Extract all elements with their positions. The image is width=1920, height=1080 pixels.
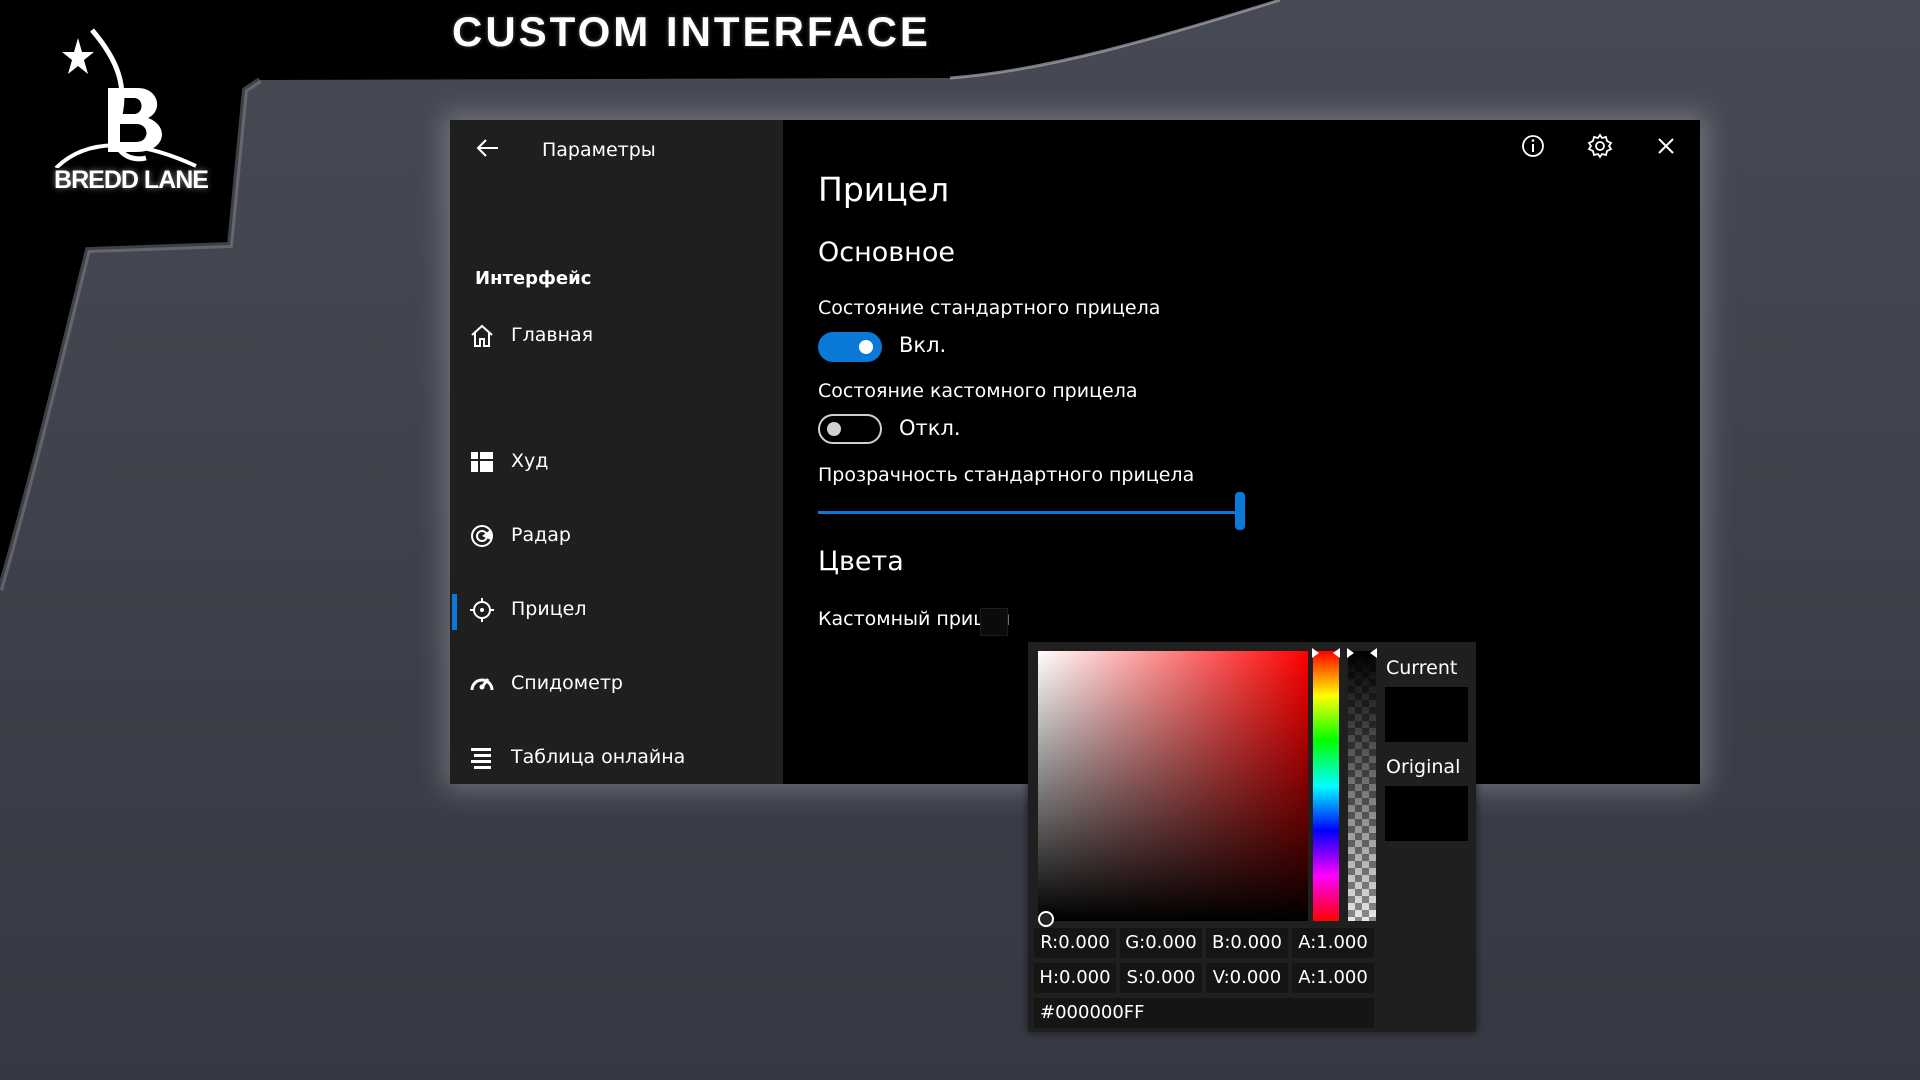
custom-crosshair-state: Откл. (899, 416, 961, 440)
section-heading-colors: Цвета (818, 546, 904, 577)
sidebar-item-label: Главная (511, 324, 594, 346)
custom-crosshair-color-swatch[interactable] (980, 608, 1008, 636)
sidebar-section-header: Интерфейс (475, 268, 592, 289)
logo-text: BREDD LANE (54, 166, 209, 194)
sidebar-item-crosshair[interactable]: Прицел (450, 582, 783, 638)
brand-logo: BREDD LANE (46, 28, 216, 208)
current-color-label: Current (1386, 657, 1458, 679)
banner-title: CUSTOM INTERFACE (452, 8, 931, 55)
toggle-knob (859, 340, 873, 354)
toggle-knob (827, 422, 841, 436)
active-indicator (452, 594, 457, 630)
sidebar-item-label: Худ (511, 450, 549, 472)
saturation-value-area[interactable] (1038, 651, 1308, 927)
alpha-marker-left (1347, 648, 1354, 658)
back-button[interactable] (472, 132, 504, 164)
hex-input[interactable]: #000000FF (1034, 998, 1374, 1028)
opacity-slider[interactable] (818, 511, 1236, 514)
current-color-swatch (1385, 687, 1468, 742)
alpha-slider[interactable] (1347, 648, 1377, 921)
blue-field[interactable]: B:0.000 (1206, 928, 1288, 958)
custom-crosshair-toggle[interactable] (818, 414, 882, 444)
alpha-field[interactable]: A:1.000 (1292, 928, 1374, 958)
opacity-label: Прозрачность стандартного прицела (818, 464, 1195, 486)
section-heading-main: Основное (818, 237, 955, 268)
custom-crosshair-label: Состояние кастомного прицела (818, 380, 1138, 402)
original-color-swatch[interactable] (1385, 786, 1468, 841)
sidebar-item-label: Спидометр (511, 672, 623, 694)
radar-icon (471, 525, 493, 547)
home-icon (471, 324, 493, 347)
red-field[interactable]: R:0.000 (1034, 928, 1116, 958)
sidebar-item-online-table[interactable]: Таблица онлайна (450, 730, 783, 786)
hue-marker-right (1333, 648, 1340, 658)
saturation-value-handle[interactable] (1038, 911, 1054, 927)
color-picker: Current Original R:0.000 G:0.000 B:0.000… (1028, 642, 1476, 1032)
logo-icon (54, 28, 197, 168)
value-field[interactable]: V:0.000 (1206, 963, 1288, 993)
alpha-field-hsv[interactable]: A:1.000 (1292, 963, 1374, 993)
green-field[interactable]: G:0.000 (1120, 928, 1202, 958)
saturation-field[interactable]: S:0.000 (1120, 963, 1202, 993)
hue-marker-left (1312, 648, 1319, 658)
hue-field[interactable]: H:0.000 (1034, 963, 1116, 993)
alpha-marker-right (1370, 648, 1377, 658)
speedometer-icon (470, 678, 494, 691)
arrow-left-icon (476, 139, 498, 157)
sidebar-item-label: Радар (511, 524, 571, 546)
sidebar-item-hud[interactable]: Худ (450, 434, 783, 490)
window-title: Параметры (542, 139, 656, 161)
standard-crosshair-label: Состояние стандартного прицела (818, 297, 1161, 319)
list-icon (471, 748, 491, 769)
standard-crosshair-toggle[interactable] (818, 332, 882, 362)
sidebar-item-home[interactable]: Главная (450, 308, 783, 364)
opacity-slider-thumb[interactable] (1235, 492, 1245, 530)
dashboard-icon (471, 452, 493, 472)
standard-crosshair-state: Вкл. (899, 333, 947, 357)
page-title: Прицел (818, 170, 950, 209)
original-color-label: Original (1386, 756, 1461, 778)
sidebar-item-radar[interactable]: Радар (450, 508, 783, 564)
sidebar-item-label: Прицел (511, 598, 587, 620)
sidebar-item-label: Таблица онлайна (511, 746, 686, 768)
crosshair-icon (470, 598, 494, 622)
hue-slider[interactable] (1312, 648, 1340, 921)
sidebar-item-speedometer[interactable]: Спидометр (450, 656, 783, 712)
sidebar: Параметры Главная Интерфейс Худ Радар Пр… (450, 120, 783, 784)
